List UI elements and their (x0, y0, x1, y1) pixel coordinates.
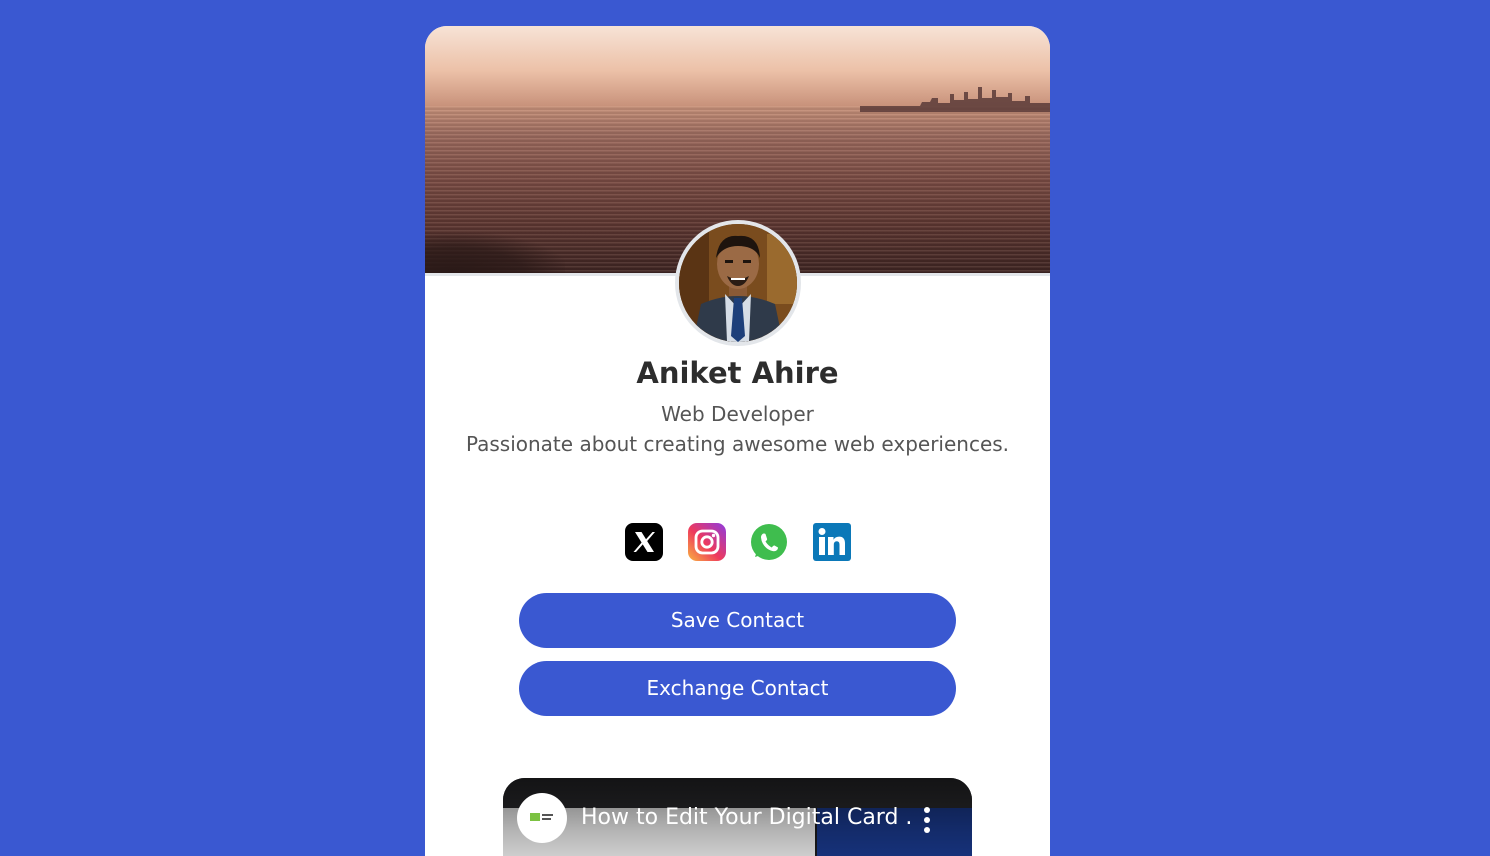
profile-bio: Passionate about creating awesome web ex… (465, 432, 1010, 456)
social-links (625, 523, 851, 561)
channel-avatar[interactable] (517, 793, 567, 843)
profile-role: Web Developer (661, 402, 814, 426)
more-options-icon[interactable] (923, 806, 931, 834)
avatar (675, 220, 801, 346)
exchange-contact-button[interactable]: Exchange Contact (519, 661, 956, 716)
save-contact-button[interactable]: Save Contact (519, 593, 956, 648)
tapsavvy-logo-icon (530, 813, 553, 821)
profile-card: Aniket Ahire Web Developer Passionate ab… (425, 26, 1050, 856)
whatsapp-icon[interactable] (750, 523, 788, 561)
video-embed[interactable]: How to Edit Your Digital Card ... (503, 778, 972, 856)
foreground-rocks (425, 233, 565, 273)
instagram-icon[interactable] (688, 523, 726, 561)
video-title[interactable]: How to Edit Your Digital Card ... (581, 805, 911, 830)
city-skyline (860, 87, 1050, 112)
profile-name: Aniket Ahire (636, 356, 839, 390)
x-icon[interactable] (625, 523, 663, 561)
linkedin-icon[interactable] (813, 523, 851, 561)
